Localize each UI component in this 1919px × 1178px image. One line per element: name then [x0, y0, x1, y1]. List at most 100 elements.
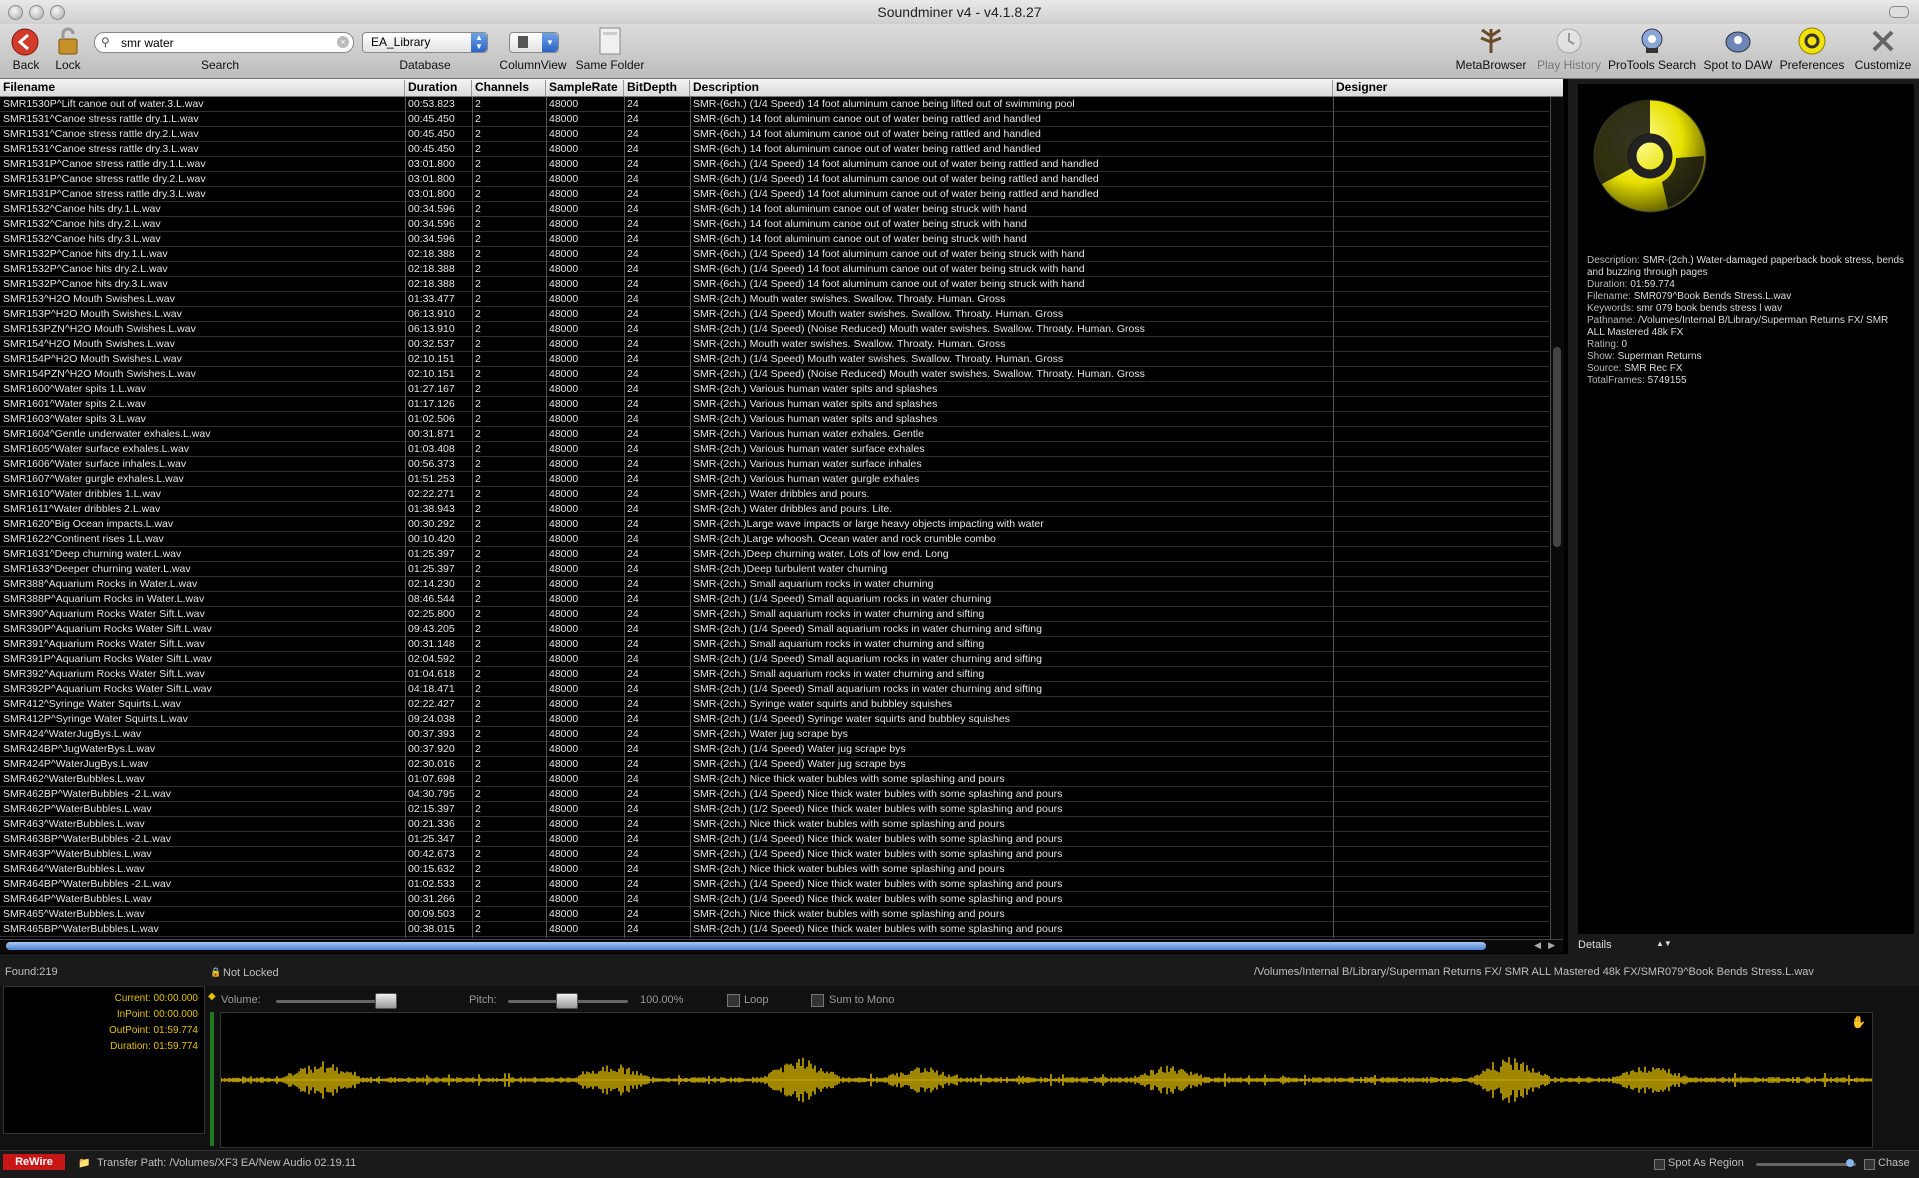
rewire-badge[interactable]: ReWire: [3, 1154, 65, 1170]
spot-as-region-checkbox[interactable]: [1654, 1159, 1665, 1170]
spot-to-daw-button[interactable]: [1723, 26, 1753, 61]
table-row[interactable]: SMR1531P^Canoe stress rattle dry.1.L.wav…: [0, 157, 1549, 172]
table-row[interactable]: SMR464^WaterBubbles.L.wav 00:15.632 2 48000…: [0, 862, 1549, 877]
metabrowser-button[interactable]: [1476, 26, 1506, 61]
table-row[interactable]: SMR1620^Big Ocean impacts.L.wav 00:30.292…: [0, 517, 1549, 532]
table-row[interactable]: SMR465BP^WaterBubbles.L.wav 00:38.015 2 480…: [0, 922, 1549, 937]
column-header-channels[interactable]: Channels: [472, 80, 546, 96]
table-row[interactable]: SMR1603^Water spits 3.L.wav 01:02.506 2 480…: [0, 412, 1549, 427]
table-row[interactable]: SMR1622^Continent rises 1.L.wav 00:10.420…: [0, 532, 1549, 547]
table-row[interactable]: SMR1631^Deep churning water.L.wav 01:25.3…: [0, 547, 1549, 562]
table-row[interactable]: SMR153PZN^H2O Mouth Swishes.L.wav 06:13.9…: [0, 322, 1549, 337]
table-row[interactable]: SMR1531P^Canoe stress rattle dry.3.L.wav…: [0, 187, 1549, 202]
table-row[interactable]: SMR1532^Canoe hits dry.3.L.wav 00:34.596 2…: [0, 232, 1549, 247]
table-row[interactable]: SMR1607^Water gurgle exhales.L.wav 01:51.…: [0, 472, 1549, 487]
table-row[interactable]: SMR1605^Water surface exhales.L.wav 01:03…: [0, 442, 1549, 457]
volume-slider-knob[interactable]: [375, 993, 397, 1009]
table-row[interactable]: SMR464BP^WaterBubbles -2.L.wav 01:02.533 2…: [0, 877, 1549, 892]
table-row[interactable]: SMR1600^Water spits 1.L.wav 01:27.167 2 480…: [0, 382, 1549, 397]
back-button[interactable]: [10, 27, 40, 62]
padlock-icon[interactable]: 🔒: [210, 967, 221, 978]
column-header-description[interactable]: Description: [690, 80, 1333, 96]
chase-checkbox[interactable]: [1864, 1159, 1875, 1170]
playhead[interactable]: [210, 1012, 214, 1146]
table-row[interactable]: SMR153^H2O Mouth Swishes.L.wav 01:33.477 2…: [0, 292, 1549, 307]
zoom-slider[interactable]: [1756, 1163, 1856, 1166]
search-input[interactable]: [119, 34, 333, 51]
vertical-scroll-thumb[interactable]: [1553, 347, 1561, 547]
loop-checkbox[interactable]: [727, 994, 740, 1007]
table-row[interactable]: SMR412P^Syringe Water Squirts.L.wav 09:24…: [0, 712, 1549, 727]
table-row[interactable]: SMR412^Syringe Water Squirts.L.wav 02:22.…: [0, 697, 1549, 712]
column-header-designer[interactable]: Designer: [1333, 80, 1563, 96]
preferences-button[interactable]: [1797, 26, 1827, 61]
database-select[interactable]: EA_Library ▲ ▼: [362, 32, 488, 53]
play-history-button[interactable]: [1554, 26, 1584, 61]
table-row[interactable]: SMR424BP^JugWaterBys.L.wav 00:37.920 2 4800…: [0, 742, 1549, 757]
columnview-select[interactable]: ▼: [509, 32, 559, 53]
table-row[interactable]: SMR1532^Canoe hits dry.2.L.wav 00:34.596 2…: [0, 217, 1549, 232]
table-row[interactable]: SMR1531^Canoe stress rattle dry.3.L.wav 0…: [0, 142, 1549, 157]
table-row[interactable]: SMR462P^WaterBubbles.L.wav 02:15.397 2 4800…: [0, 802, 1549, 817]
table-row[interactable]: SMR462^WaterBubbles.L.wav 01:07.698 2 48000…: [0, 772, 1549, 787]
table-row[interactable]: SMR388^Aquarium Rocks in Water.L.wav 02:1…: [0, 577, 1549, 592]
table-row[interactable]: SMR388P^Aquarium Rocks in Water.L.wav 08:…: [0, 592, 1549, 607]
toolbar-toggle-button[interactable]: [1889, 6, 1909, 18]
table-row[interactable]: SMR1532P^Canoe hits dry.1.L.wav 02:18.388…: [0, 247, 1549, 262]
protools-search-button[interactable]: [1637, 26, 1667, 61]
table-row[interactable]: SMR463P^WaterBubbles.L.wav 00:42.673 2 4800…: [0, 847, 1549, 862]
column-header-bitdepth[interactable]: BitDepth: [624, 80, 690, 96]
table-row[interactable]: SMR390^Aquarium Rocks Water Sift.L.wav 02…: [0, 607, 1549, 622]
table-row[interactable]: SMR391^Aquarium Rocks Water Sift.L.wav 00…: [0, 637, 1549, 652]
table-row[interactable]: SMR1531^Canoe stress rattle dry.2.L.wav 0…: [0, 127, 1549, 142]
table-row[interactable]: SMR465^WaterBubbles.L.wav 00:09.503 2 48000…: [0, 907, 1549, 922]
table-row[interactable]: SMR1532P^Canoe hits dry.2.L.wav 02:18.388…: [0, 262, 1549, 277]
details-select[interactable]: Details ▲▼: [1578, 939, 1672, 952]
results-vertical-scrollbar[interactable]: [1550, 97, 1564, 940]
table-row[interactable]: SMR462BP^WaterBubbles -2.L.wav 04:30.795 2…: [0, 787, 1549, 802]
table-row[interactable]: SMR1611^Water dribbles 2.L.wav 01:38.943 2…: [0, 502, 1549, 517]
search-field[interactable]: ⚲ ×: [94, 32, 354, 53]
zoom-slider-knob[interactable]: [1846, 1159, 1854, 1167]
table-row[interactable]: SMR392P^Aquarium Rocks Water Sift.L.wav 0…: [0, 682, 1549, 697]
table-row[interactable]: SMR1610^Water dribbles 1.L.wav 02:22.271 2…: [0, 487, 1549, 502]
scroll-left-arrow-icon[interactable]: ◀: [1534, 940, 1541, 951]
results-horizontal-scrollbar[interactable]: ◀ ▶: [0, 939, 1563, 953]
table-row[interactable]: SMR1531P^Canoe stress rattle dry.2.L.wav…: [0, 172, 1549, 187]
table-row[interactable]: SMR391P^Aquarium Rocks Water Sift.L.wav 0…: [0, 652, 1549, 667]
table-row[interactable]: SMR154P^H2O Mouth Swishes.L.wav 02:10.151…: [0, 352, 1549, 367]
table-row[interactable]: SMR1601^Water spits 2.L.wav 01:17.126 2 480…: [0, 397, 1549, 412]
sum-to-mono-checkbox[interactable]: [811, 994, 824, 1007]
horizontal-scroll-thumb[interactable]: [6, 942, 1486, 950]
table-row[interactable]: SMR424^WaterJugBys.L.wav 00:37.393 2 48000 2…: [0, 727, 1549, 742]
column-header-filename[interactable]: Filename: [0, 80, 405, 96]
hand-cursor-icon[interactable]: ✋: [1851, 1015, 1866, 1029]
column-header-duration[interactable]: Duration: [405, 80, 472, 96]
pitch-slider-knob[interactable]: [556, 993, 578, 1009]
customize-button[interactable]: [1868, 26, 1898, 61]
table-row[interactable]: SMR154^H2O Mouth Swishes.L.wav 00:32.537 2…: [0, 337, 1549, 352]
table-row[interactable]: SMR1532^Canoe hits dry.1.L.wav 00:34.596 2…: [0, 202, 1549, 217]
table-row[interactable]: SMR153P^H2O Mouth Swishes.L.wav 06:13.910…: [0, 307, 1549, 322]
column-header-samplerate[interactable]: SampleRate: [546, 80, 624, 96]
folder-icon[interactable]: 📁: [78, 1158, 90, 1169]
same-folder-button[interactable]: [595, 26, 625, 61]
table-row[interactable]: SMR463BP^WaterBubbles -2.L.wav 01:25.347 2…: [0, 832, 1549, 847]
table-row[interactable]: SMR424P^WaterJugBys.L.wav 02:30.016 2 48000…: [0, 757, 1549, 772]
table-row[interactable]: SMR154PZN^H2O Mouth Swishes.L.wav 02:10.1…: [0, 367, 1549, 382]
marker-icon[interactable]: ◆: [208, 991, 216, 1002]
table-row[interactable]: SMR463^WaterBubbles.L.wav 00:21.336 2 48000…: [0, 817, 1549, 832]
scroll-right-arrow-icon[interactable]: ▶: [1548, 940, 1555, 951]
table-row[interactable]: SMR1530P^Lift canoe out of water.3.L.wav…: [0, 97, 1549, 112]
table-row[interactable]: SMR392^Aquarium Rocks Water Sift.L.wav 01…: [0, 667, 1549, 682]
waveform-display[interactable]: ✋: [220, 1012, 1873, 1148]
table-row[interactable]: SMR1633^Deeper churning water.L.wav 01:25…: [0, 562, 1549, 577]
table-row[interactable]: SMR1606^Water surface inhales.L.wav 00:56…: [0, 457, 1549, 472]
lock-button[interactable]: [54, 27, 82, 62]
table-row[interactable]: SMR464P^WaterBubbles.L.wav 00:31.266 2 4800…: [0, 892, 1549, 907]
table-row[interactable]: SMR1531^Canoe stress rattle dry.1.L.wav 0…: [0, 112, 1549, 127]
table-row[interactable]: SMR1532P^Canoe hits dry.3.L.wav 02:18.388…: [0, 277, 1549, 292]
clear-search-icon[interactable]: ×: [337, 36, 349, 48]
table-row[interactable]: SMR390P^Aquarium Rocks Water Sift.L.wav 0…: [0, 622, 1549, 637]
table-row[interactable]: SMR1604^Gentle underwater exhales.L.wav 0…: [0, 427, 1549, 442]
